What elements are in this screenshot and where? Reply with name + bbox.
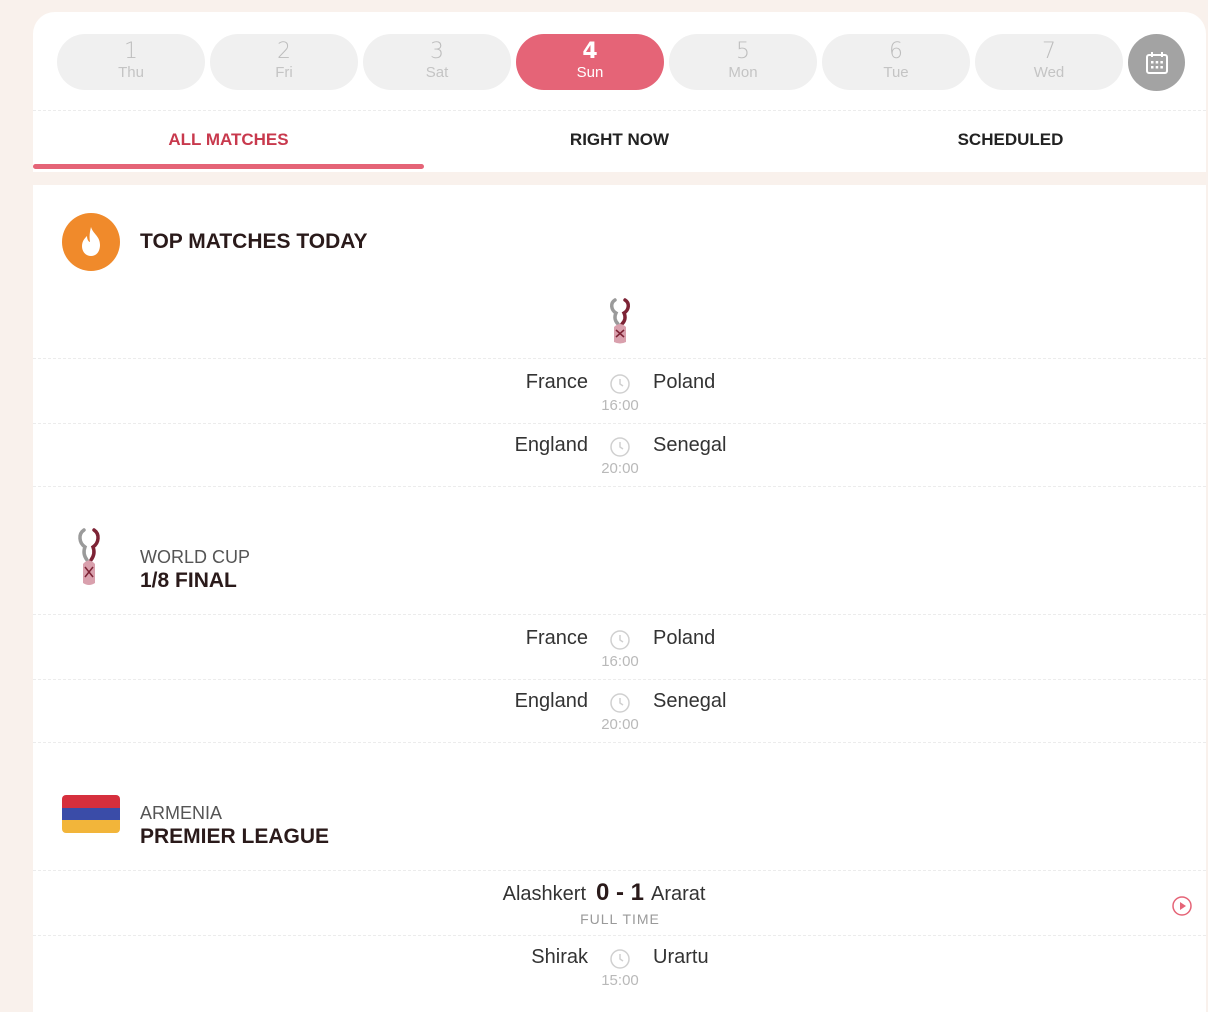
match-row[interactable]: England Senegal 20:00 — [33, 680, 1206, 743]
clock-icon — [610, 949, 630, 969]
date-number: 6 — [889, 39, 903, 64]
tab-right-now[interactable]: RIGHT NOW — [424, 112, 815, 170]
fire-icon — [62, 213, 120, 271]
clock-icon — [610, 693, 630, 713]
tab-scheduled[interactable]: SCHEDULED — [815, 112, 1206, 170]
divider — [33, 486, 1206, 487]
home-team: Alashkert — [502, 883, 586, 905]
divider — [33, 358, 1206, 359]
section-title: TOP MATCHES TODAY — [140, 230, 368, 253]
date-number: 1 — [124, 39, 138, 64]
match-row[interactable]: England Senegal 20:00 — [33, 424, 1206, 487]
date-sat-3[interactable]: 3 Sat — [363, 34, 511, 90]
away-team: Poland — [653, 371, 716, 393]
date-thu-1[interactable]: 1 Thu — [57, 34, 205, 90]
away-team: Urartu — [653, 946, 709, 968]
away-team: Poland — [653, 627, 716, 649]
date-sun-4-selected[interactable]: 4 Sun — [516, 34, 664, 90]
divider — [33, 110, 1206, 111]
date-number: 5 — [736, 39, 750, 64]
flag-stripe-blue — [62, 807, 120, 821]
tab-bar: ALL MATCHES RIGHT NOW SCHEDULED — [33, 112, 1206, 172]
kickoff-time: 15:00 — [601, 972, 639, 989]
date-weekday: Sat — [425, 64, 449, 81]
world-cup-trophy-icon — [606, 297, 634, 352]
league-name: PREMIER LEAGUE — [140, 825, 330, 848]
clock-icon — [610, 437, 630, 457]
date-weekday: Wed — [1033, 64, 1065, 81]
match-score: 0 - 1 — [595, 879, 645, 906]
date-number: 2 — [277, 39, 291, 64]
clock-icon — [610, 630, 630, 650]
date-tue-6[interactable]: 6 Tue — [822, 34, 970, 90]
divider — [33, 870, 1206, 871]
away-team: Senegal — [653, 434, 727, 456]
date-weekday: Fri — [275, 64, 293, 81]
away-team: Ararat — [651, 883, 706, 905]
home-team: England — [514, 434, 588, 456]
play-icon[interactable] — [1171, 895, 1193, 917]
tab-all-matches[interactable]: ALL MATCHES — [33, 112, 424, 170]
divider — [33, 742, 1206, 743]
calendar-button[interactable] — [1128, 34, 1185, 91]
competition-name: WORLD CUP — [140, 547, 251, 567]
date-strip: 1 Thu 2 Fri 3 Sat 4 Sun 5 Mon 6 Tue 7 We… — [57, 34, 1187, 90]
date-number: 3 — [430, 39, 444, 64]
kickoff-time: 16:00 — [601, 397, 639, 414]
kickoff-time: 20:00 — [601, 716, 639, 733]
date-number: 4 — [582, 39, 598, 64]
clock-icon — [610, 374, 630, 394]
active-tab-indicator — [33, 164, 424, 169]
match-status: FULL TIME — [580, 911, 660, 927]
kickoff-time: 16:00 — [601, 653, 639, 670]
date-fri-2[interactable]: 2 Fri — [210, 34, 358, 90]
home-team: France — [525, 371, 588, 393]
away-team: Senegal — [653, 690, 727, 712]
date-weekday: Tue — [883, 64, 909, 81]
date-weekday: Thu — [118, 64, 144, 81]
kickoff-time: 20:00 — [601, 460, 639, 477]
match-row[interactable]: France Poland 16:00 — [33, 617, 1206, 680]
date-weekday: Sun — [576, 64, 604, 81]
home-team: France — [525, 627, 588, 649]
matches-card: 1 Thu 2 Fri 3 Sat 4 Sun 5 Mon 6 Tue 7 We… — [33, 12, 1206, 1012]
date-number: 7 — [1042, 39, 1056, 64]
divider — [33, 614, 1206, 615]
armenia-flag — [62, 795, 120, 833]
competition-stage: 1/8 FINAL — [140, 569, 237, 592]
section-band — [33, 172, 1206, 185]
match-row[interactable]: France Poland 16:00 — [33, 361, 1206, 424]
world-cup-trophy-icon — [78, 528, 100, 585]
date-wed-7[interactable]: 7 Wed — [975, 34, 1123, 90]
home-team: England — [514, 690, 588, 712]
match-row[interactable]: Alashkert 0 - 1 Ararat FULL TIME — [33, 873, 1206, 936]
date-weekday: Mon — [728, 64, 758, 81]
flag-stripe-red — [62, 795, 120, 808]
calendar-icon — [1145, 51, 1168, 74]
match-row[interactable]: Shirak Urartu 15:00 — [33, 936, 1206, 999]
home-team: Shirak — [531, 946, 588, 968]
flag-stripe-orange — [62, 820, 120, 833]
country-name: ARMENIA — [140, 803, 223, 823]
date-mon-5[interactable]: 5 Mon — [669, 34, 817, 90]
